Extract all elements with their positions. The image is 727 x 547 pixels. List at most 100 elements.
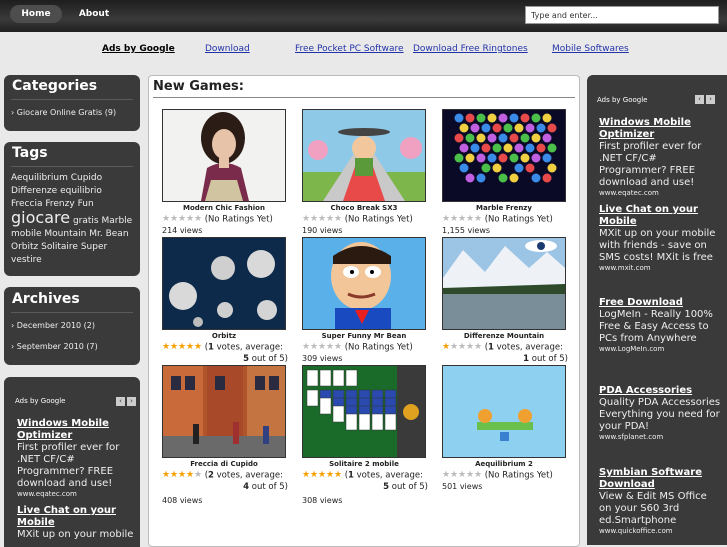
game-card[interactable]: Modern Chic Fashion ★★★★★ (No Ratings Ye… [162,109,288,235]
tag-bean[interactable]: Bean [106,229,129,239]
star-icon[interactable]: ★ [442,215,450,224]
tag-aequilibrium[interactable]: Aequilibrium [11,173,68,183]
rating-stars[interactable]: ★★★★★ [162,470,202,480]
star-icon[interactable]: ★ [178,471,186,480]
star-icon[interactable]: ★ [170,471,178,480]
ad-title[interactable]: Windows Mobile Optimizer [17,418,135,442]
star-icon[interactable]: ★ [162,343,170,352]
star-icon[interactable]: ★ [170,343,178,352]
tag-marble[interactable]: Marble [101,216,132,226]
right-ad-3[interactable]: Free Download LogMeIn - Really 100% Free… [599,297,721,353]
left-ad-2[interactable]: Live Chat on your Mobile MXit up on your… [17,505,135,541]
star-icon[interactable]: ★ [334,471,342,480]
star-icon[interactable]: ★ [474,343,482,352]
prev-ad-icon[interactable]: ‹ [116,397,125,406]
star-icon[interactable]: ★ [310,343,318,352]
ad-url[interactable]: www.sfplanet.com [599,433,721,441]
right-ad-2[interactable]: Live Chat on your Mobile MXit up on your… [599,204,721,272]
star-icon[interactable]: ★ [178,343,186,352]
right-ad-5[interactable]: Symbian Software Download View & Edit MS… [599,467,721,535]
tag-mobile[interactable]: mobile [11,229,42,239]
star-icon[interactable]: ★ [302,471,310,480]
ad-title[interactable]: Windows Mobile Optimizer [599,117,721,141]
archive-label[interactable]: December 2010 (2) [17,321,95,330]
tag-gratis[interactable]: gratis [73,216,99,226]
star-icon[interactable]: ★ [474,215,482,224]
game-card[interactable]: Solitaire 2 mobile ★★★★★ (1 votes, avera… [302,365,428,505]
star-icon[interactable]: ★ [442,343,450,352]
tag-equilibrio[interactable]: equilibrio [60,186,102,196]
star-icon[interactable]: ★ [318,343,326,352]
ads-by-google-label[interactable]: Ads by Google [102,44,175,54]
star-icon[interactable]: ★ [450,343,458,352]
rating-stars[interactable]: ★★★★★ [162,342,202,352]
ad-url[interactable]: www.LogMeIn.com [599,345,721,353]
rating-stars[interactable]: ★★★★★ [442,342,482,352]
star-icon[interactable]: ★ [162,215,170,224]
game-title[interactable]: Super Funny Mr Bean [302,332,426,340]
star-icon[interactable]: ★ [450,215,458,224]
star-icon[interactable]: ★ [334,215,342,224]
star-icon[interactable]: ★ [326,471,334,480]
star-icon[interactable]: ★ [466,343,474,352]
rating-stars[interactable]: ★★★★★ [162,214,202,224]
tag-orbitz[interactable]: Orbitz [11,242,38,252]
star-icon[interactable]: ★ [326,343,334,352]
nav-home[interactable]: Home [10,5,62,23]
star-icon[interactable]: ★ [466,215,474,224]
game-thumbnail[interactable] [162,365,286,458]
tag-vestire[interactable]: vestire [11,255,42,265]
star-icon[interactable]: ★ [162,471,170,480]
star-icon[interactable]: ★ [334,343,342,352]
game-thumbnail[interactable] [302,365,426,458]
star-icon[interactable]: ★ [326,215,334,224]
game-thumbnail[interactable] [302,109,426,202]
ad-url[interactable]: www.mxit.com [599,264,721,272]
star-icon[interactable]: ★ [186,471,194,480]
star-icon[interactable]: ★ [310,471,318,480]
rating-stars[interactable]: ★★★★★ [442,214,482,224]
game-title[interactable]: Freccia di Cupido [162,460,286,468]
tag-solitaire[interactable]: Solitaire [41,242,78,252]
game-card[interactable]: Super Funny Mr Bean ★★★★★ (No Ratings Ye… [302,237,428,363]
star-icon[interactable]: ★ [458,215,466,224]
left-ad-1[interactable]: Windows Mobile Optimizer First profiler … [17,418,135,498]
game-title[interactable]: Orbitz [162,332,286,340]
game-thumbnail[interactable] [442,109,566,202]
category-item[interactable]: › Giocare Online Gratis (9) [11,108,116,117]
star-icon[interactable]: ★ [194,471,202,480]
game-card[interactable]: Freccia di Cupido ★★★★★ (2 votes, averag… [162,365,288,505]
game-thumbnail[interactable] [302,237,426,330]
archive-label[interactable]: September 2010 (7) [17,342,98,351]
game-thumbnail[interactable] [442,365,566,458]
game-card[interactable]: Choco Break SX3 ★★★★★ (No Ratings Yet) 1… [302,109,428,235]
ad-url[interactable]: www.quickoffice.com [599,527,721,535]
star-icon[interactable]: ★ [194,215,202,224]
star-icon[interactable]: ★ [302,215,310,224]
star-icon[interactable]: ★ [318,215,326,224]
game-title[interactable]: Modern Chic Fashion [162,204,286,212]
right-ad-1[interactable]: Windows Mobile Optimizer First profiler … [599,117,721,197]
tag-mr[interactable]: Mr. [89,229,103,239]
tag-fun[interactable]: Fun [78,199,94,209]
ad-title[interactable]: Live Chat on your Mobile [17,505,135,529]
rating-stars[interactable]: ★★★★★ [302,214,342,224]
game-thumbnail[interactable] [162,109,286,202]
prev-ad-icon[interactable]: ‹ [695,95,704,104]
ads-by-google-header[interactable]: Ads by Google [597,96,647,104]
star-icon[interactable]: ★ [458,471,466,480]
game-card[interactable]: Differenze Mountain ★★★★★ (1 votes, aver… [442,237,568,364]
search-input[interactable] [525,6,719,24]
tag-super[interactable]: Super [81,242,107,252]
star-icon[interactable]: ★ [458,343,466,352]
star-icon[interactable]: ★ [170,215,178,224]
star-icon[interactable]: ★ [186,215,194,224]
ad-link-pocket-pc[interactable]: Free Pocket PC Software [295,44,404,54]
game-title[interactable]: Differenze Mountain [442,332,566,340]
ad-link-download[interactable]: Download [205,44,250,54]
star-icon[interactable]: ★ [466,471,474,480]
game-thumbnail[interactable] [162,237,286,330]
game-title[interactable]: Marble Frenzy [442,204,566,212]
right-ad-4[interactable]: PDA Accessories Quality PDA Accessories … [599,385,721,441]
star-icon[interactable]: ★ [186,343,194,352]
